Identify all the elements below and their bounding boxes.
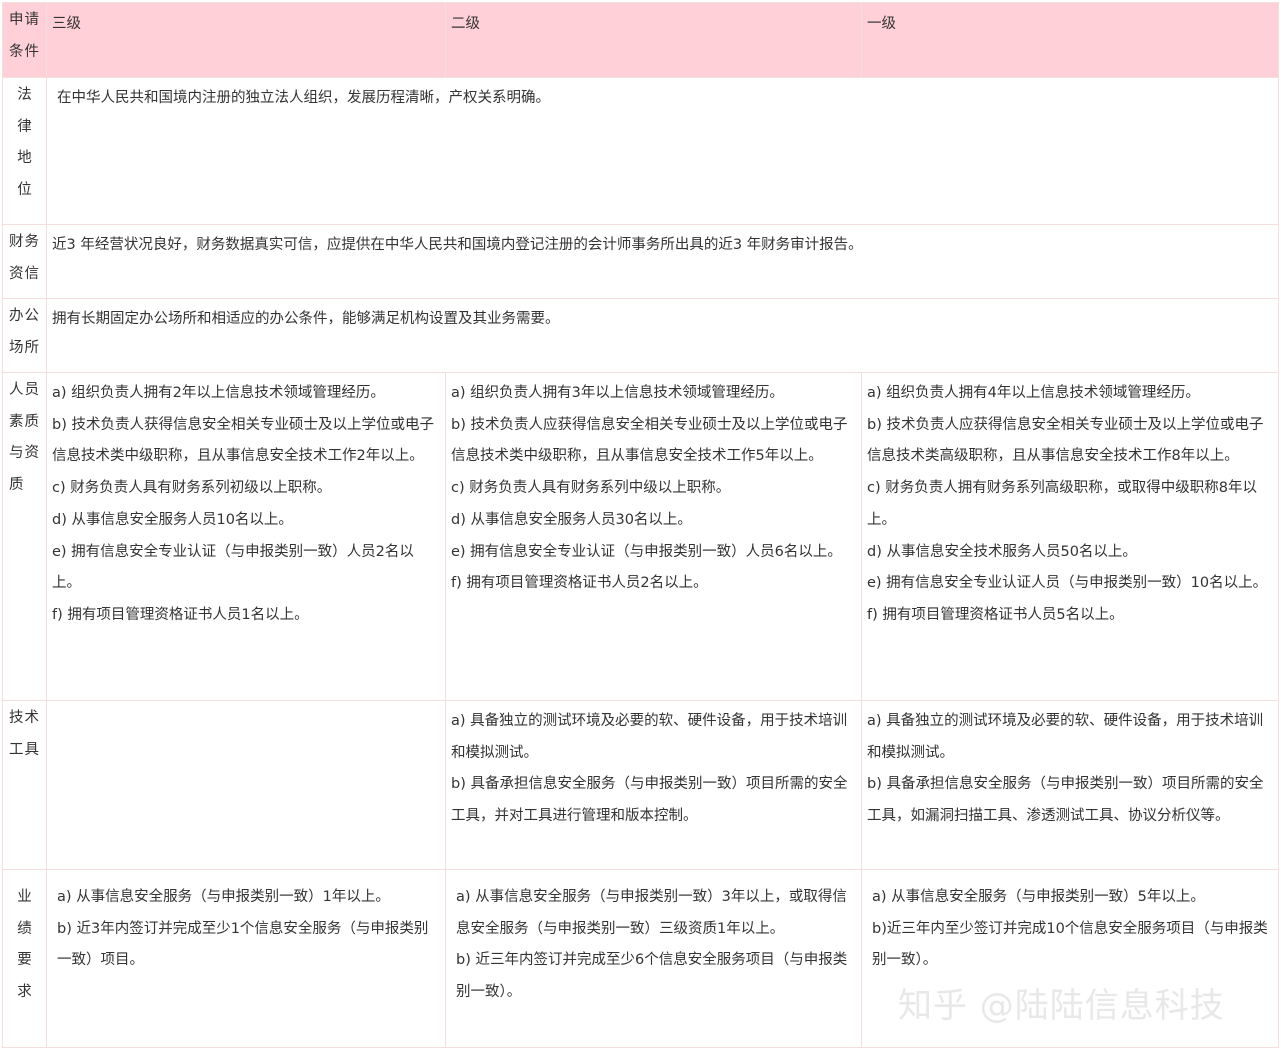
list-item: b) 具备承担信息安全服务（与申报类别一致）项目所需的安全工具，如漏洞扫描工具、… [867, 776, 1264, 825]
header-label: 申请条件 [2, 2, 47, 78]
performance-label-char: 要 [17, 952, 32, 969]
list-item: b) 技术负责人应获得信息安全相关专业硕士及以上学位或电子信息技术类中级职称，且… [451, 416, 848, 465]
tools-row: 技术工具 a) 具备独立的测试环境及必要的软、硬件设备，用于技术培训和模拟测试。… [2, 700, 1279, 870]
office-row: 办公场所 拥有长期固定办公场所和相适应的办公条件，能够满足机构设置及其业务需要。 [2, 298, 1279, 373]
list-item: e) 拥有信息安全专业认证（与申报类别一致）人员2名以上。 [52, 543, 414, 592]
list-item: a) 具备独立的测试环境及必要的软、硬件设备，用于技术培训和模拟测试。 [867, 713, 1264, 761]
personnel-row: 人员素质与资质 a) 组织负责人拥有2年以上信息技术领域管理经历。 b) 技术负… [2, 372, 1279, 701]
list-item: b) 技术负责人获得信息安全相关专业硕士及以上学位或电子信息技术类中级职称，且从… [52, 416, 434, 465]
list-item: e) 拥有信息安全专业认证人员（与申报类别一致）10名以上。 [867, 575, 1268, 592]
list-item: a) 具备独立的测试环境及必要的软、硬件设备，用于技术培训和模拟测试。 [451, 713, 848, 761]
tools-level1: a) 具备独立的测试环境及必要的软、硬件设备，用于技术培训和模拟测试。 b) 具… [861, 700, 1279, 870]
list-item: f) 拥有项目管理资格证书人员1名以上。 [52, 606, 309, 623]
performance-label: 业 绩 要 求 [2, 869, 47, 1048]
legal-text: 在中华人民共和国境内注册的独立法人组织，发展历程清晰，产权关系明确。 [46, 77, 1279, 225]
finance-text: 近3 年经营状况良好，财务数据真实可信，应提供在中华人民共和国境内登记注册的会计… [46, 224, 1279, 299]
legal-row: 法 律 地 位 在中华人民共和国境内注册的独立法人组织，发展历程清晰，产权关系明… [2, 77, 1279, 225]
personnel-level2: a) 组织负责人拥有3年以上信息技术领域管理经历。 b) 技术负责人应获得信息安… [445, 372, 862, 701]
list-item: b) 近三年内签订并完成至少6个信息安全服务项目（与申报类别一致）。 [456, 952, 848, 1001]
list-item: c) 财务负责人拥有财务系列高级职称，或取得中级职称8年以上。 [867, 480, 1257, 528]
list-item: b)近三年内至少签订并完成10个信息安全服务项目（与申报类别一致）。 [872, 920, 1268, 969]
list-item: a) 组织负责人拥有3年以上信息技术领域管理经历。 [451, 385, 784, 401]
list-item: a) 组织负责人拥有4年以上信息技术领域管理经历。 [867, 385, 1200, 401]
tools-level2: a) 具备独立的测试环境及必要的软、硬件设备，用于技术培训和模拟测试。 b) 具… [445, 700, 862, 870]
header-row: 申请条件 三级 二级 一级 [2, 2, 1279, 78]
legal-label-char: 地 [17, 150, 32, 167]
list-item: f) 拥有项目管理资格证书人员5名以上。 [867, 606, 1124, 623]
tools-label: 技术工具 [2, 700, 47, 870]
performance-label-char: 业 [17, 889, 32, 905]
performance-level2: a) 从事信息安全服务（与申报类别一致）3年以上，或取得信息安全服务（与申报类别… [445, 869, 862, 1048]
legal-label-char: 位 [17, 182, 32, 199]
personnel-level3: a) 组织负责人拥有2年以上信息技术领域管理经历。 b) 技术负责人获得信息安全… [46, 372, 446, 701]
qualification-table: 申请条件 三级 二级 一级 法 律 地 位 在中华人民共和国境内注册的独立法人组… [2, 2, 1279, 1048]
finance-label: 财务资信 [2, 224, 47, 299]
list-item: e) 拥有信息安全专业认证（与申报类别一致）人员6名以上。 [451, 543, 842, 560]
legal-label: 法 律 地 位 [2, 77, 47, 225]
header-level2: 二级 [445, 2, 862, 78]
legal-label-char: 法 [17, 87, 32, 103]
list-item: d) 从事信息安全服务人员30名以上。 [451, 511, 692, 528]
list-item: a) 从事信息安全服务（与申报类别一致）3年以上，或取得信息安全服务（与申报类别… [456, 889, 847, 937]
list-item: a) 从事信息安全服务（与申报类别一致）1年以上。 [57, 889, 390, 905]
performance-label-char: 求 [17, 984, 32, 1001]
personnel-level1: a) 组织负责人拥有4年以上信息技术领域管理经历。 b) 技术负责人应获得信息安… [861, 372, 1279, 701]
tools-level3 [46, 700, 446, 870]
office-label: 办公场所 [2, 298, 47, 373]
office-text: 拥有长期固定办公场所和相适应的办公条件，能够满足机构设置及其业务需要。 [46, 298, 1279, 373]
finance-row: 财务资信 近3 年经营状况良好，财务数据真实可信，应提供在中华人民共和国境内登记… [2, 224, 1279, 299]
list-item: b) 具备承担信息安全服务（与申报类别一致）项目所需的安全工具，并对工具进行管理… [451, 776, 848, 825]
watermark: 知乎 @陆陆信息科技 [898, 986, 1225, 1026]
header-level3: 三级 [46, 2, 446, 78]
header-level1: 一级 [861, 2, 1279, 78]
performance-level3: a) 从事信息安全服务（与申报类别一致）1年以上。 b) 近3年内签订并完成至少… [46, 869, 446, 1048]
list-item: f) 拥有项目管理资格证书人员2名以上。 [451, 575, 708, 592]
legal-label-char: 律 [17, 118, 32, 135]
list-item: b) 技术负责人应获得信息安全相关专业硕士及以上学位或电子信息技术类高级职称，且… [867, 416, 1264, 465]
personnel-label: 人员素质与资质 [2, 372, 47, 701]
list-item: a) 组织负责人拥有2年以上信息技术领域管理经历。 [52, 385, 385, 401]
list-item: a) 从事信息安全服务（与申报类别一致）5年以上。 [872, 889, 1205, 905]
list-item: c) 财务负责人具有财务系列中级以上职称。 [451, 480, 731, 497]
list-item: d) 从事信息安全服务人员10名以上。 [52, 511, 293, 528]
list-item: d) 从事信息安全技术服务人员50名以上。 [867, 543, 1137, 560]
list-item: c) 财务负责人具有财务系列初级以上职称。 [52, 480, 332, 497]
performance-label-char: 绩 [17, 920, 32, 937]
list-item: b) 近3年内签订并完成至少1个信息安全服务（与申报类别一致）项目。 [57, 920, 429, 969]
